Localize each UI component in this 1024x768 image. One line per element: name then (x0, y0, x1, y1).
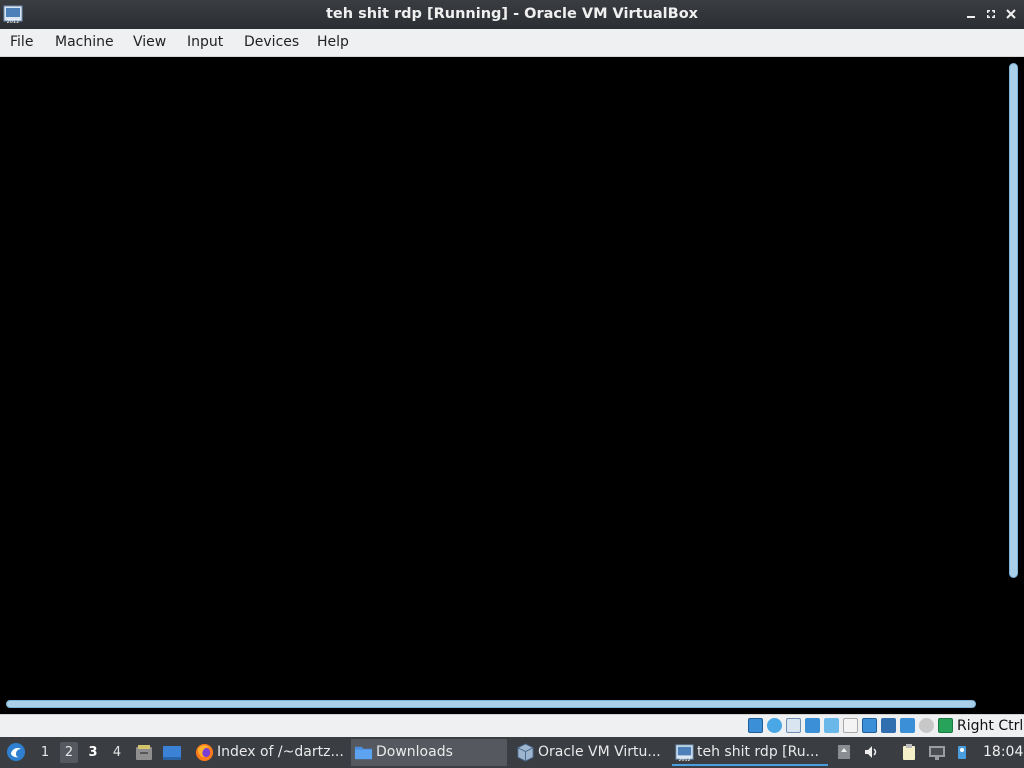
update-notifier-icon[interactable] (953, 743, 971, 761)
restore-icon[interactable] (983, 6, 999, 22)
vm-status-bar: Right Ctrl (0, 714, 1024, 737)
network-icon[interactable] (805, 718, 820, 733)
minimize-icon[interactable] (963, 6, 979, 22)
usb-icon[interactable] (824, 718, 839, 733)
network-tray-icon[interactable] (928, 743, 946, 761)
task-firefox[interactable]: Index of /~dartz... (192, 739, 347, 766)
horizontal-scrollbar[interactable] (6, 700, 976, 708)
shared-folders-icon[interactable] (843, 718, 858, 733)
task-label: Downloads (376, 744, 453, 760)
window-title: teh shit rdp [Running] - Oracle VM Virtu… (325, 6, 699, 22)
menu-devices[interactable]: Devices (244, 34, 299, 50)
menu-view[interactable]: View (133, 34, 166, 50)
task-downloads[interactable]: Downloads (351, 739, 507, 766)
menu-machine[interactable]: Machine (55, 34, 114, 50)
menu-help[interactable]: Help (317, 34, 349, 50)
recording-icon[interactable] (881, 718, 896, 733)
display-icon[interactable] (862, 718, 877, 733)
optical-drive-icon[interactable] (767, 718, 782, 733)
scroll-up-icon[interactable] (835, 743, 853, 761)
vt-x-icon[interactable] (900, 718, 915, 733)
mouse-integration-icon[interactable] (919, 718, 934, 733)
svg-text:2012: 2012 (678, 757, 690, 762)
desktop-3[interactable]: 3 (84, 742, 102, 763)
vm-display[interactable] (0, 57, 1024, 714)
firefox-icon (195, 743, 214, 762)
task-vm-window[interactable]: 2012 teh shit rdp [Ru... (672, 739, 828, 766)
clock[interactable]: 18:04 (983, 744, 1023, 760)
start-menu-icon[interactable] (5, 741, 27, 763)
desktop-4[interactable]: 4 (108, 742, 126, 763)
desktop-1[interactable]: 1 (36, 742, 54, 763)
vertical-scrollbar[interactable] (1009, 63, 1018, 578)
volume-icon[interactable] (863, 743, 881, 761)
host-key-label: Right Ctrl (957, 718, 1024, 734)
file-manager-icon[interactable] (134, 743, 154, 763)
close-icon[interactable] (1003, 6, 1019, 22)
menu-bar: File Machine View Input Devices Help (0, 29, 1024, 57)
virtualbox-icon (517, 743, 534, 762)
folder-icon (354, 746, 373, 760)
menu-input[interactable]: Input (187, 34, 223, 50)
menu-file[interactable]: File (10, 34, 33, 50)
keyboard-capture-icon[interactable] (938, 718, 953, 733)
hard-disk-icon[interactable] (748, 718, 763, 733)
task-virtualbox-manager[interactable]: Oracle VM Virtu... (513, 739, 666, 766)
task-label: teh shit rdp [Ru... (697, 744, 819, 760)
show-desktop-icon[interactable] (162, 743, 182, 763)
task-label: Index of /~dartz... (217, 744, 344, 760)
desktop-2[interactable]: 2 (60, 742, 78, 763)
clipboard-icon[interactable] (900, 743, 918, 761)
audio-icon[interactable] (786, 718, 801, 733)
task-label: Oracle VM Virtu... (538, 744, 661, 760)
window-titlebar[interactable]: 2012 teh shit rdp [Running] - Oracle VM … (0, 0, 1024, 29)
virtualbox-vm-icon: 2012 (675, 744, 694, 762)
taskbar: 1 2 3 4 Index of /~dartz... Downloads Or… (0, 737, 1024, 768)
